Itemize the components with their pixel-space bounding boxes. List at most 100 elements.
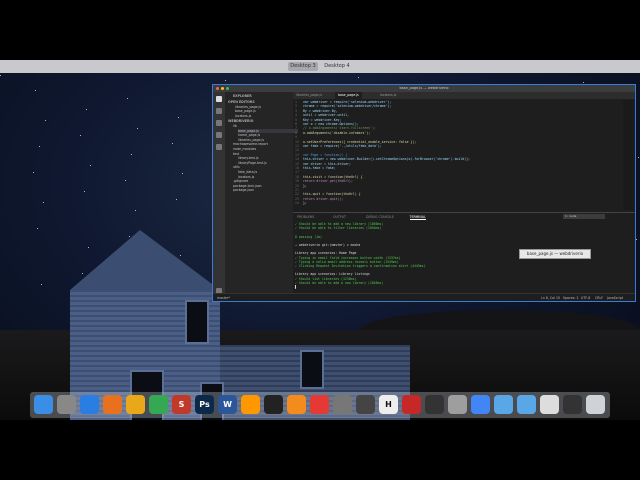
star xyxy=(135,210,136,211)
finder-icon[interactable] xyxy=(34,395,53,414)
panel-tab[interactable]: PROBLEMS xyxy=(297,215,314,219)
letterbox-bottom xyxy=(0,420,640,480)
file-tree-item[interactable]: mochawesome-report xyxy=(233,142,268,146)
minimap[interactable] xyxy=(623,100,633,210)
source-control-icon[interactable] xyxy=(216,120,222,126)
line-number: 24 xyxy=(295,201,300,206)
file-tree-item[interactable]: library.test.js xyxy=(238,156,259,160)
desktop-tab[interactable]: Desktop 4 xyxy=(322,62,352,71)
star xyxy=(35,90,36,91)
app-icon[interactable] xyxy=(563,395,582,414)
word-icon[interactable]: W xyxy=(218,395,237,414)
extensions-icon[interactable] xyxy=(216,144,222,150)
star xyxy=(80,135,81,136)
app-icon[interactable] xyxy=(448,395,467,414)
calendar-icon[interactable] xyxy=(310,395,329,414)
letterbox-top xyxy=(0,0,640,60)
star xyxy=(39,146,40,147)
file-tree-item[interactable]: locators.js xyxy=(238,175,254,179)
chrome-icon[interactable] xyxy=(471,395,490,414)
open-editor-item[interactable]: base_page.js xyxy=(235,109,256,113)
sublime-icon[interactable] xyxy=(241,395,260,414)
file-tree-item[interactable]: fake_data.js xyxy=(238,170,257,174)
star xyxy=(137,128,138,129)
star xyxy=(131,154,132,155)
cursor-position[interactable]: Ln 8, Col 15 xyxy=(541,295,560,301)
star xyxy=(86,109,87,110)
system-preferences-icon[interactable] xyxy=(333,395,352,414)
file-tree-item[interactable]: package.json xyxy=(233,188,254,192)
star xyxy=(358,77,359,78)
file-tree-item[interactable]: utils xyxy=(233,165,240,169)
obs-icon[interactable] xyxy=(425,395,444,414)
star xyxy=(638,157,639,158)
file-tree-item[interactable]: base_page.js xyxy=(238,128,298,133)
close-window-button[interactable] xyxy=(216,87,219,90)
panel-tab[interactable]: DEBUG CONSOLE xyxy=(366,215,394,219)
code-line: return driver.get(theUrl); xyxy=(303,179,353,184)
folder-icon[interactable] xyxy=(517,395,536,414)
terminal-line: ✓ Should be able to filter libraries (18… xyxy=(295,226,382,231)
trash-icon[interactable] xyxy=(586,395,605,414)
file-tree-item[interactable]: .gitignore xyxy=(233,179,248,183)
indentation[interactable]: Spaces: 2 xyxy=(563,295,579,301)
open-editor-item[interactable]: libraries_page.js xyxy=(235,105,261,109)
app-icon[interactable] xyxy=(402,395,421,414)
slack-icon[interactable] xyxy=(126,395,145,414)
photoshop-icon[interactable]: Ps xyxy=(195,395,214,414)
file-tree-item[interactable]: home_page.js xyxy=(238,133,260,137)
terminal-cursor: ▌ xyxy=(295,285,297,289)
star xyxy=(176,199,177,200)
panel-tab[interactable]: TERMINAL xyxy=(409,215,426,220)
file-tree-item[interactable]: lib xyxy=(233,124,237,128)
encoding[interactable]: UTF-8 xyxy=(581,295,590,301)
debug-icon[interactable] xyxy=(216,132,222,138)
app-icon[interactable]: S xyxy=(172,395,191,414)
search-icon[interactable] xyxy=(216,108,222,114)
code-line: o.addArguments('disable-infobars'); xyxy=(303,130,371,135)
project-header[interactable]: WEBDRIVERIO xyxy=(228,119,253,123)
launchpad-icon[interactable] xyxy=(57,395,76,414)
app-icon[interactable] xyxy=(356,395,375,414)
file-tree-item[interactable]: test xyxy=(233,152,239,156)
file-tree-item[interactable]: node_modules xyxy=(233,147,256,151)
file-tree-item[interactable]: libraries_page.js xyxy=(238,138,264,142)
line-endings[interactable]: CRLF xyxy=(595,295,603,301)
star xyxy=(33,172,34,173)
star xyxy=(172,143,173,144)
panel-tab[interactable]: OUTPUT xyxy=(333,215,346,219)
editor-tab[interactable]: base_page.js xyxy=(335,92,362,99)
firefox-icon[interactable] xyxy=(103,395,122,414)
explorer-icon[interactable] xyxy=(216,96,222,102)
vlc-icon[interactable] xyxy=(287,395,306,414)
open-editors-header[interactable]: OPEN EDITORS xyxy=(228,100,255,104)
star xyxy=(0,75,1,76)
language-mode[interactable]: JavaScript xyxy=(607,295,623,301)
safari-icon[interactable] xyxy=(80,395,99,414)
explorer-sidebar: EXPLORER OPEN EDITORS WEBDRIVERIO librar… xyxy=(225,92,298,293)
app-icon[interactable]: H xyxy=(379,395,398,414)
zoom-window-button[interactable] xyxy=(226,87,229,90)
editor-tab[interactable]: locators.js xyxy=(377,92,399,99)
file-tree-item[interactable]: libraryPage.test.js xyxy=(238,161,267,165)
terminal-select[interactable]: 1: node xyxy=(563,214,605,219)
star xyxy=(125,180,126,181)
window-title: base_page.js — webdriverio xyxy=(213,85,635,92)
desktop-tab[interactable]: Desktop 3 xyxy=(288,62,318,71)
code-editor[interactable]: 1 var webdriver = require('selenium-webdr… xyxy=(293,100,623,210)
git-branch[interactable]: master* xyxy=(217,295,230,301)
open-editor-item[interactable]: locators.js xyxy=(235,114,251,118)
chrome-icon[interactable] xyxy=(149,395,168,414)
file-tree-item[interactable]: package-lock.json xyxy=(233,184,262,188)
app-icon[interactable] xyxy=(540,395,559,414)
code-line: this.fake = fake; xyxy=(303,166,336,170)
star xyxy=(41,284,42,285)
terminal-line: ✓ Clicking Request Invitation triggers a… xyxy=(295,264,426,268)
star xyxy=(182,173,183,174)
terminal-icon[interactable] xyxy=(264,395,283,414)
minimize-window-button[interactable] xyxy=(221,87,224,90)
editor-tab[interactable]: libraries_page.js xyxy=(293,92,325,99)
folder-icon[interactable] xyxy=(494,395,513,414)
star xyxy=(127,98,128,99)
editor-tabs: libraries_page.js base_page.js locators.js xyxy=(293,92,635,99)
